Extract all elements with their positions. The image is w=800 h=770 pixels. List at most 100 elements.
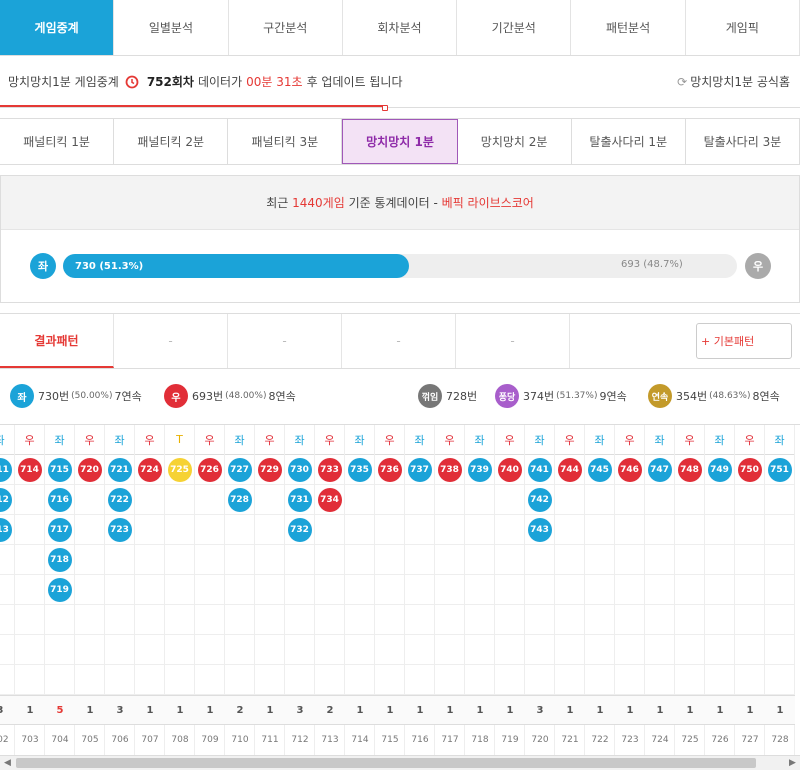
result-ball: 743 bbox=[527, 517, 552, 542]
streak-count: 3 bbox=[525, 695, 555, 725]
round-label: 724 bbox=[651, 735, 669, 745]
grid-cell bbox=[525, 545, 554, 575]
tab-game-live[interactable]: 게임중계 bbox=[0, 0, 115, 55]
grid-cell bbox=[0, 605, 14, 635]
grid-cell bbox=[195, 665, 224, 695]
grid-cell bbox=[495, 665, 524, 695]
tab-daily-analysis[interactable]: 일별분석 bbox=[114, 0, 229, 55]
round-label: 713 bbox=[321, 735, 339, 745]
round-label: 702 bbox=[0, 735, 9, 745]
streak-count: 1 bbox=[645, 695, 675, 725]
grid-cell bbox=[105, 665, 134, 695]
column-header: 좌 bbox=[225, 425, 254, 455]
tab-period-analysis[interactable]: 기간분석 bbox=[457, 0, 572, 55]
pattern-tab-empty-3[interactable]: - bbox=[342, 314, 456, 368]
grid-cell bbox=[195, 575, 224, 605]
game-tab-hammer-2[interactable]: 망치망치 2분 bbox=[458, 119, 572, 164]
pattern-tab-result[interactable]: 결과패턴 bbox=[0, 314, 114, 368]
grid-cell bbox=[315, 515, 344, 545]
grid-cell bbox=[585, 575, 614, 605]
grid-cell: 736 bbox=[375, 455, 404, 485]
tab-game-pick[interactable]: 게임픽 bbox=[685, 0, 800, 55]
grid-cell bbox=[735, 575, 764, 605]
game-tab-ladder-1[interactable]: 탈출사다리 1분 bbox=[572, 119, 686, 164]
grid-cell bbox=[105, 605, 134, 635]
grid-cell bbox=[285, 605, 314, 635]
pattern-tab-empty-4[interactable]: - bbox=[456, 314, 570, 368]
pattern-column: 좌 747 1 724 bbox=[645, 425, 675, 755]
pattern-column: 좌 735 1 714 bbox=[345, 425, 375, 755]
column-header: 우 bbox=[555, 425, 584, 455]
grid-cell bbox=[165, 575, 194, 605]
grid-cell: 750 bbox=[735, 455, 764, 485]
result-ball: 742 bbox=[527, 487, 552, 512]
pattern-column: 좌 730 731 732 3 712 bbox=[285, 425, 315, 755]
basic-pattern-button[interactable]: + 기본패턴 bbox=[696, 323, 792, 359]
result-ball: 749 bbox=[707, 457, 732, 482]
grid-cell bbox=[495, 605, 524, 635]
grid-cell bbox=[345, 605, 374, 635]
streak-count: 1 bbox=[435, 695, 465, 725]
streak-count: 5 bbox=[45, 695, 75, 725]
pong-legend-icon: 퐁당 bbox=[495, 384, 519, 408]
round-label: 705 bbox=[81, 735, 99, 745]
grid-cell bbox=[345, 575, 374, 605]
result-ball: 739 bbox=[467, 457, 492, 482]
scroll-right-icon[interactable]: ▶ bbox=[785, 756, 800, 770]
ratio-bar: 좌 730 (51.3%) 693 (48.7%) 우 bbox=[1, 230, 799, 302]
grid-cell: 751 bbox=[765, 455, 794, 485]
grid-cell bbox=[165, 485, 194, 515]
horizontal-scrollbar[interactable]: ◀ ▶ bbox=[0, 755, 800, 770]
grid-cell bbox=[195, 485, 224, 515]
tab-round-analysis[interactable]: 회차분석 bbox=[342, 0, 458, 55]
streak-count: 1 bbox=[465, 695, 495, 725]
game-tab-penalty-2[interactable]: 패널티킥 2분 bbox=[114, 119, 229, 164]
grid-cell bbox=[465, 575, 494, 605]
grid-cell: 745 bbox=[585, 455, 614, 485]
game-tab-penalty-3[interactable]: 패널티킥 3분 bbox=[228, 119, 343, 164]
grid-cell bbox=[75, 515, 104, 545]
grid-cell bbox=[405, 515, 434, 545]
grid-cell bbox=[105, 545, 134, 575]
game-tab-hammer-1[interactable]: 망치망치 1분 bbox=[342, 119, 458, 164]
grid-cell: 718 bbox=[45, 545, 74, 575]
column-header: 우 bbox=[375, 425, 404, 455]
grid-cell bbox=[555, 545, 584, 575]
left-ratio-fill: 730 (51.3%) bbox=[63, 254, 409, 278]
tab-pattern-analysis[interactable]: 패턴분석 bbox=[571, 0, 686, 55]
grid-cell bbox=[255, 665, 284, 695]
official-home-link[interactable]: ⟳ 망치망치1분 공식홈 bbox=[677, 73, 790, 90]
column-header: 우 bbox=[435, 425, 464, 455]
pattern-column: 우 748 1 725 bbox=[675, 425, 705, 755]
grid-cell bbox=[135, 515, 164, 545]
pattern-column: 우 720 1 705 bbox=[75, 425, 105, 755]
grid-cell: 746 bbox=[615, 455, 644, 485]
result-ball: 725 bbox=[167, 457, 192, 482]
status-prefix: 망치망치1분 게임중계 bbox=[8, 75, 119, 89]
streak-count: 1 bbox=[705, 695, 735, 725]
grid-cell bbox=[615, 485, 644, 515]
result-ball: 726 bbox=[197, 457, 222, 482]
pattern-tab-empty-1[interactable]: - bbox=[114, 314, 228, 368]
result-ball: 736 bbox=[377, 457, 402, 482]
grid-cell bbox=[735, 485, 764, 515]
scroll-left-icon[interactable]: ◀ bbox=[0, 756, 15, 770]
result-ball: 716 bbox=[47, 487, 72, 512]
game-tab-ladder-3[interactable]: 탈출사다리 3분 bbox=[686, 119, 800, 164]
grid-cell: 726 bbox=[195, 455, 224, 485]
grid-cell bbox=[405, 575, 434, 605]
status-bar: 망치망치1분 게임중계 752회차 데이터가 00분 31초 후 업데이트 됩니… bbox=[0, 56, 800, 111]
grid-cell bbox=[645, 485, 674, 515]
grid-cell: 741 bbox=[525, 455, 554, 485]
scroll-thumb[interactable] bbox=[16, 758, 756, 768]
tab-section-analysis[interactable]: 구간분석 bbox=[228, 0, 343, 55]
grid-cell bbox=[225, 665, 254, 695]
grid-cell bbox=[735, 605, 764, 635]
game-tab-penalty-1[interactable]: 패널티킥 1분 bbox=[0, 119, 115, 164]
grid-cell bbox=[255, 635, 284, 665]
pattern-tab-empty-2[interactable]: - bbox=[228, 314, 342, 368]
grid-cell bbox=[15, 665, 44, 695]
grid-cell: 711 bbox=[0, 455, 14, 485]
grid-cell bbox=[285, 665, 314, 695]
legend-right: 우 693번 (48.00%) 8연속 bbox=[164, 384, 296, 408]
